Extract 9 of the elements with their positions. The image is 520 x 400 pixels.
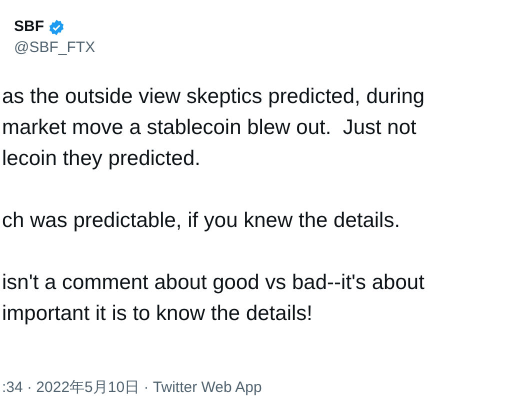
tweet-text-line: ch was predictable, if you knew the details. (2, 208, 402, 234)
tweet-text-line: lecoin they predicted. (2, 146, 202, 172)
tweet-text-line: important it is to know the details! (2, 301, 314, 327)
tweet-text-line: isn't a comment about good vs bad--it's about (2, 270, 426, 296)
tweet-text-line: market move a stablecoin blew out. Just not (2, 115, 418, 141)
tweet-text-line: as the outside view skeptics predicted, during (2, 84, 426, 110)
author-name: SBF (14, 16, 44, 37)
tweet-timestamp[interactable]: :34 · 2022年5月10日 · Twitter Web App (2, 379, 262, 396)
author-handle: @SBF_FTX (14, 38, 96, 58)
